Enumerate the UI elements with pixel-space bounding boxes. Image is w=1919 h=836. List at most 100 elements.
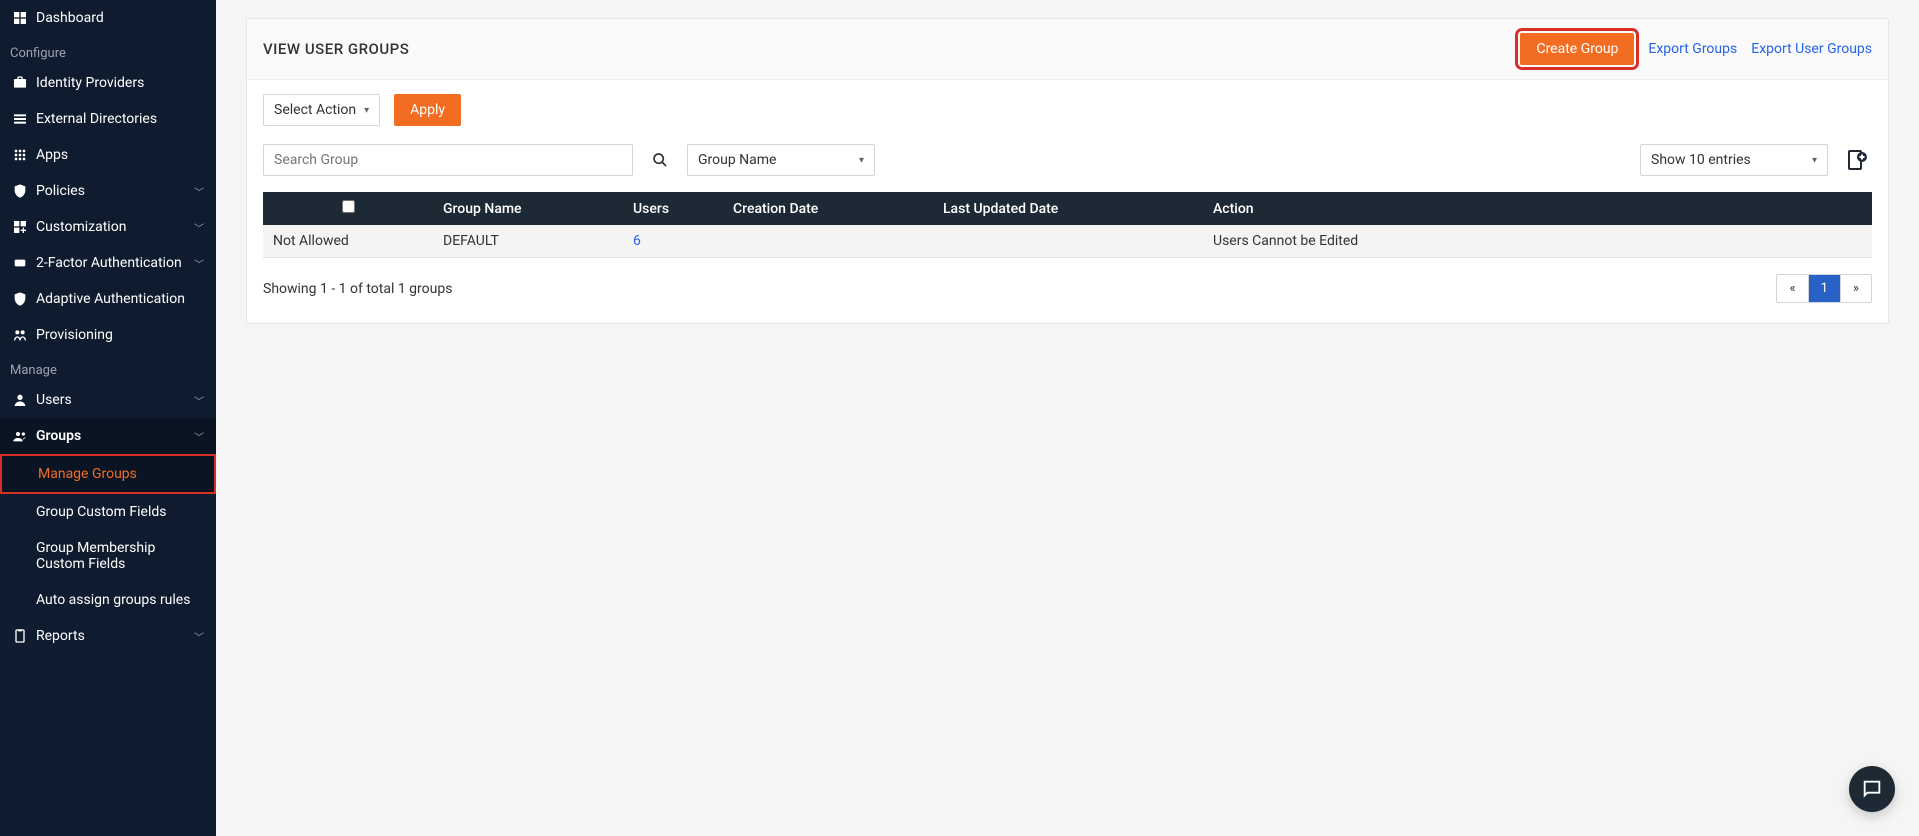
chevron-down-icon: ﹀	[194, 429, 204, 444]
sidebar-label: Identity Providers	[36, 75, 204, 91]
caret-down-icon: ▾	[364, 105, 369, 116]
col-users: Users	[623, 192, 723, 225]
apps-icon	[12, 147, 36, 163]
col-last-updated: Last Updated Date	[933, 192, 1203, 225]
clipboard-icon	[12, 628, 36, 644]
sidebar-section-configure: Configure	[0, 36, 216, 65]
cell-checkbox: Not Allowed	[263, 225, 433, 258]
search-icon[interactable]	[645, 152, 675, 168]
sidebar-item-dashboard[interactable]: Dashboard	[0, 0, 216, 36]
table-row: Not Allowed DEFAULT 6 Users Cannot be Ed…	[263, 225, 1872, 258]
main-content: VIEW USER GROUPS Create Group Export Gro…	[216, 0, 1919, 836]
cell-users: 6	[623, 225, 723, 258]
select-all-checkbox[interactable]	[342, 200, 355, 213]
sidebar-subitem-label: Group Custom Fields	[36, 504, 167, 520]
export-groups-link[interactable]: Export Groups	[1648, 41, 1737, 57]
provisioning-icon	[12, 327, 36, 343]
panel-view-user-groups: VIEW USER GROUPS Create Group Export Gro…	[246, 18, 1889, 324]
sidebar-subitem-label: Auto assign groups rules	[36, 592, 190, 608]
select-action-label: Select Action	[274, 102, 356, 118]
add-document-icon[interactable]	[1840, 148, 1872, 172]
sidebar-item-groups[interactable]: Groups ﹀	[0, 418, 216, 454]
cell-action: Users Cannot be Edited	[1203, 225, 1872, 258]
sidebar-item-apps[interactable]: Apps	[0, 137, 216, 173]
chat-support-button[interactable]	[1849, 766, 1895, 812]
customization-icon	[12, 219, 36, 235]
sidebar-dashboard-label: Dashboard	[36, 10, 204, 26]
panel-header-actions: Create Group Export Groups Export User G…	[1520, 33, 1872, 65]
group-name-filter-dropdown[interactable]: Group Name ▾	[687, 144, 875, 176]
sidebar-label: Customization	[36, 219, 194, 235]
numpad-icon	[12, 255, 36, 271]
sidebar-subitem-group-custom-fields[interactable]: Group Custom Fields	[0, 494, 216, 530]
table-footer: Showing 1 - 1 of total 1 groups « 1 »	[263, 274, 1872, 303]
cell-group-name: DEFAULT	[433, 225, 623, 258]
row-bulk-action: Select Action ▾ Apply	[263, 94, 1872, 126]
select-action-dropdown[interactable]: Select Action ▾	[263, 94, 380, 126]
search-group-wrap	[263, 144, 633, 176]
sidebar-label: Reports	[36, 628, 194, 644]
page-next-button[interactable]: »	[1841, 275, 1871, 302]
apply-button[interactable]: Apply	[394, 94, 461, 126]
panel-header: VIEW USER GROUPS Create Group Export Gro…	[247, 19, 1888, 80]
sidebar-label: Adaptive Authentication	[36, 291, 204, 307]
chevron-down-icon: ﹀	[194, 629, 204, 644]
briefcase-icon	[12, 75, 36, 91]
sidebar-subitem-manage-groups[interactable]: Manage Groups	[0, 454, 216, 494]
sidebar-item-adaptive-auth[interactable]: Adaptive Authentication	[0, 281, 216, 317]
col-action: Action	[1203, 192, 1872, 225]
list-icon	[12, 111, 36, 127]
chat-icon	[1861, 778, 1883, 800]
chevron-down-icon: ﹀	[194, 220, 204, 235]
table-header-row: Group Name Users Creation Date Last Upda…	[263, 192, 1872, 225]
search-group-input[interactable]	[263, 144, 633, 176]
sidebar-subitem-auto-assign-rules[interactable]: Auto assign groups rules	[0, 582, 216, 618]
page-1-button[interactable]: 1	[1809, 275, 1841, 302]
sidebar-label: Groups	[36, 428, 194, 444]
row-filter: Group Name ▾ Show 10 entries ▾	[263, 144, 1872, 176]
shield-check-icon	[12, 291, 36, 307]
sidebar-label: Users	[36, 392, 194, 408]
page-prev-button[interactable]: «	[1777, 275, 1808, 302]
sidebar-subitem-label: Manage Groups	[38, 466, 137, 482]
caret-down-icon: ▾	[859, 155, 864, 166]
shield-icon	[12, 183, 36, 199]
sidebar-item-customization[interactable]: Customization ﹀	[0, 209, 216, 245]
sidebar-label: Policies	[36, 183, 194, 199]
col-creation-date: Creation Date	[723, 192, 933, 225]
sidebar-label: Provisioning	[36, 327, 204, 343]
users-count-link[interactable]: 6	[633, 233, 641, 249]
sidebar-item-reports[interactable]: Reports ﹀	[0, 618, 216, 654]
sidebar-subitem-group-membership-custom-fields[interactable]: Group Membership Custom Fields	[0, 530, 216, 582]
cell-creation-date	[723, 225, 933, 258]
sidebar-item-external-directories[interactable]: External Directories	[0, 101, 216, 137]
group-name-filter-label: Group Name	[698, 152, 851, 168]
sidebar-item-policies[interactable]: Policies ﹀	[0, 173, 216, 209]
groups-table: Group Name Users Creation Date Last Upda…	[263, 192, 1872, 258]
cell-last-updated	[933, 225, 1203, 258]
sidebar-item-2fa[interactable]: 2-Factor Authentication ﹀	[0, 245, 216, 281]
sidebar-item-identity-providers[interactable]: Identity Providers	[0, 65, 216, 101]
sidebar-section-manage: Manage	[0, 353, 216, 382]
dashboard-icon	[12, 10, 36, 26]
sidebar-label: Apps	[36, 147, 204, 163]
panel-title: VIEW USER GROUPS	[263, 40, 409, 58]
create-group-button[interactable]: Create Group	[1520, 33, 1634, 65]
chevron-down-icon: ﹀	[194, 393, 204, 408]
groups-icon	[12, 428, 36, 444]
sidebar-item-provisioning[interactable]: Provisioning	[0, 317, 216, 353]
sidebar: Dashboard Configure Identity Providers E…	[0, 0, 216, 836]
caret-down-icon: ▾	[1812, 155, 1817, 166]
show-entries-dropdown[interactable]: Show 10 entries ▾	[1640, 144, 1828, 176]
chevron-down-icon: ﹀	[194, 256, 204, 271]
sidebar-subitem-label: Group Membership Custom Fields	[36, 540, 155, 572]
export-user-groups-link[interactable]: Export User Groups	[1751, 41, 1872, 57]
sidebar-label: External Directories	[36, 111, 204, 127]
sidebar-label: 2-Factor Authentication	[36, 255, 194, 271]
col-checkbox	[263, 192, 433, 225]
chevron-down-icon: ﹀	[194, 184, 204, 199]
sidebar-item-users[interactable]: Users ﹀	[0, 382, 216, 418]
user-icon	[12, 392, 36, 408]
pagination: « 1 »	[1776, 274, 1872, 303]
showing-results-text: Showing 1 - 1 of total 1 groups	[263, 281, 452, 297]
